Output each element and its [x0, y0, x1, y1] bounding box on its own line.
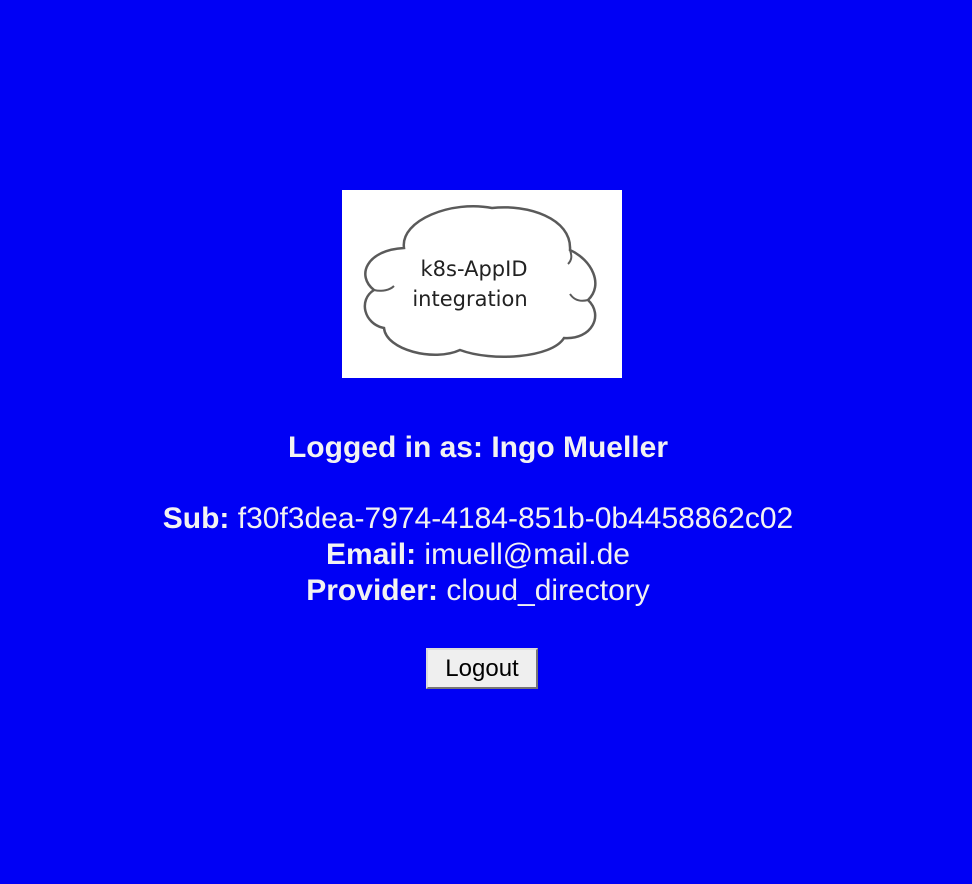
email-label: Email: [326, 538, 417, 571]
user-name: Ingo Mueller [491, 431, 669, 464]
sub-label: Sub: [162, 502, 230, 535]
app-logo: k8s-AppID integration [342, 190, 622, 378]
cloud-icon: k8s-AppID integration [363, 204, 597, 358]
provider-value: cloud_directory [446, 574, 650, 607]
logged-in-label: Logged in as: [287, 431, 483, 464]
provider-label: Provider: [306, 574, 438, 607]
logo-line-1: k8s-AppID [421, 257, 528, 281]
logout-container: Logout [426, 648, 538, 689]
email-row: Email: imuell@mail.de [0, 537, 956, 573]
email-value: imuell@mail.de [424, 538, 630, 571]
sub-row: Sub: f30f3dea-7974-4184-851b-0b4458862c0… [0, 501, 956, 537]
logo-line-2: integration [412, 287, 527, 311]
sub-value: f30f3dea-7974-4184-851b-0b4458862c02 [237, 502, 794, 535]
provider-row: Provider: cloud_directory [0, 573, 956, 609]
logout-button[interactable]: Logout [426, 648, 538, 689]
user-details: Sub: f30f3dea-7974-4184-851b-0b4458862c0… [0, 501, 956, 609]
logged-in-heading: Logged in as: Ingo Mueller [0, 430, 956, 466]
